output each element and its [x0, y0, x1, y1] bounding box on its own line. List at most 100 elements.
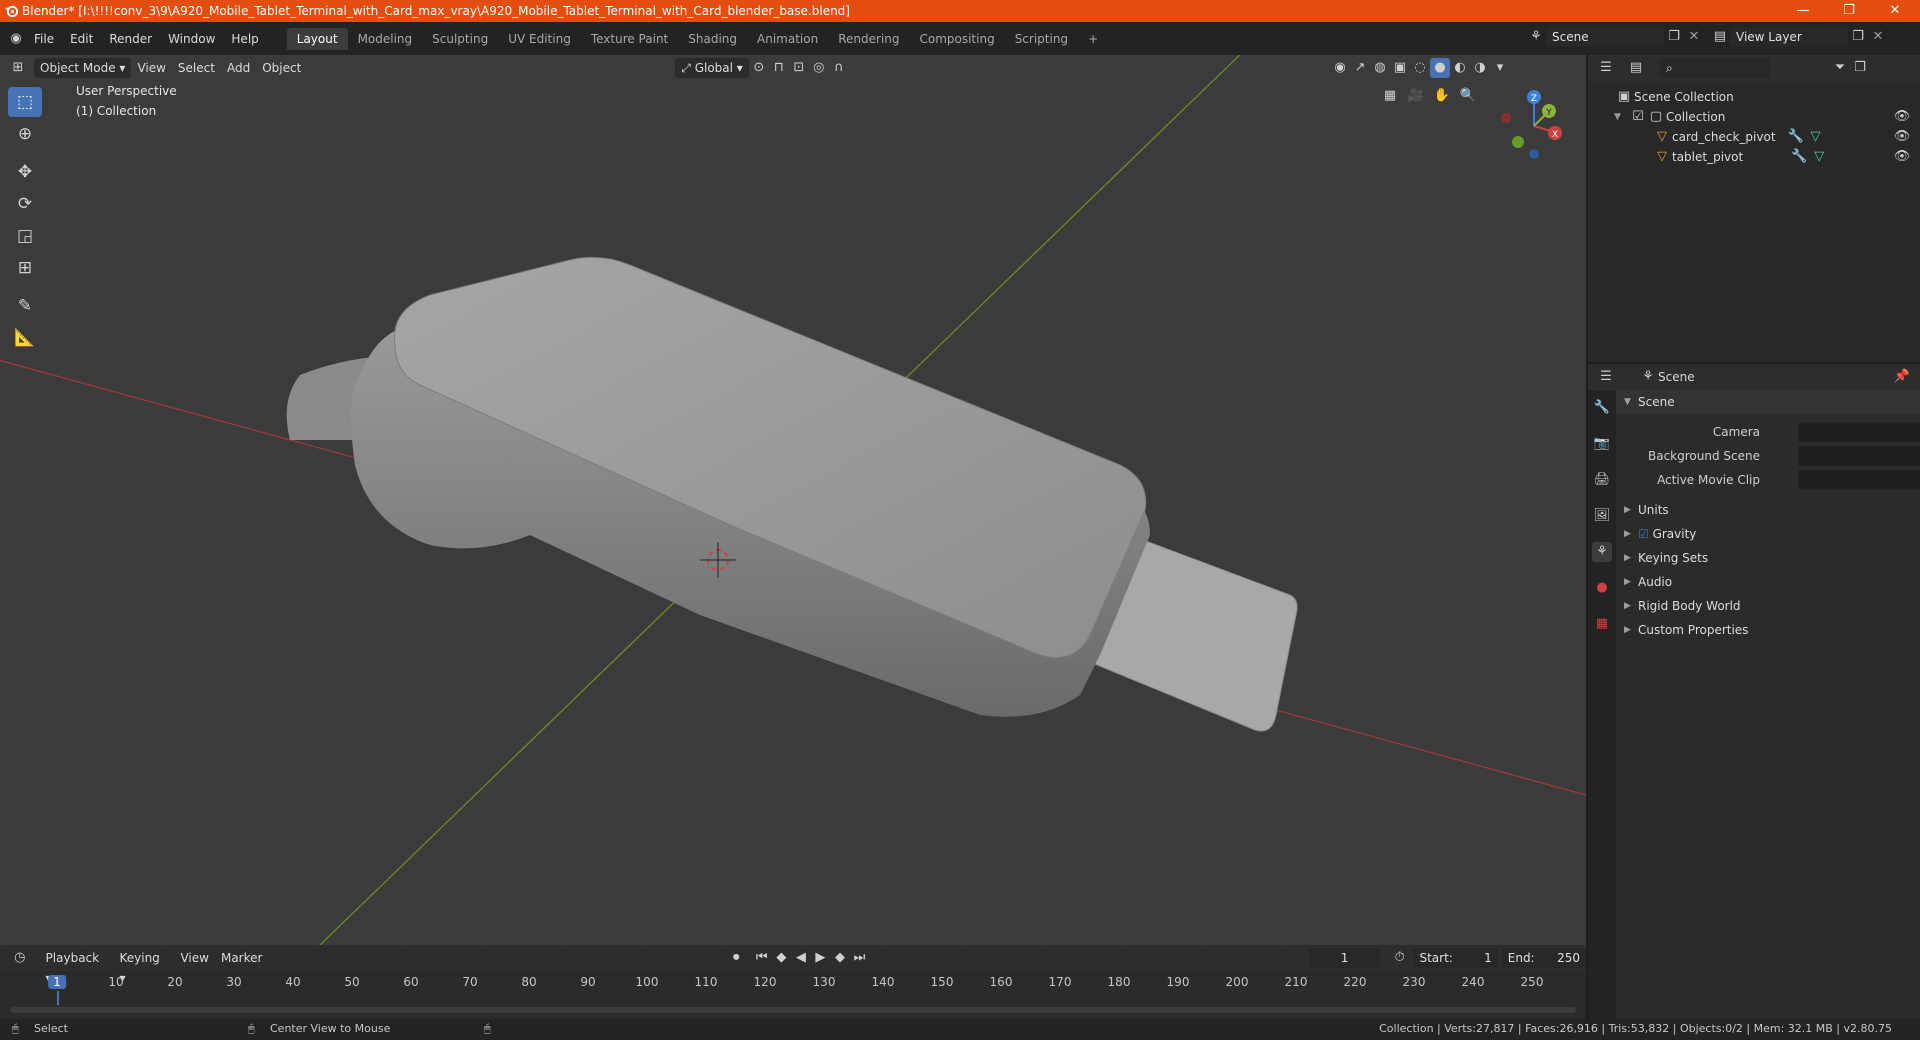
- current-frame-marker[interactable]: 1: [48, 975, 66, 989]
- maximize-button[interactable]: ❐: [1826, 0, 1872, 22]
- texture-tab-icon[interactable]: ▦: [1592, 614, 1612, 634]
- transform-orientation-dropdown[interactable]: ⤢ Global ▾: [675, 58, 749, 78]
- xray-toggle-icon[interactable]: ▣: [1390, 58, 1410, 78]
- tab-sculpting[interactable]: Sculpting: [422, 28, 498, 50]
- filter-icon[interactable]: ⏷: [1830, 58, 1850, 78]
- camera-field[interactable]: [1798, 422, 1920, 442]
- outliner-editor-icon[interactable]: ☰: [1596, 58, 1616, 78]
- render-tab-icon[interactable]: 📷: [1592, 434, 1612, 454]
- viewport-menu-add[interactable]: Add: [221, 58, 256, 78]
- gravity-section[interactable]: ▶ ☑ Gravity: [1616, 522, 1920, 546]
- tab-modeling[interactable]: Modeling: [348, 28, 423, 50]
- snap-target-icon[interactable]: ⊡: [789, 58, 809, 78]
- display-mode-icon[interactable]: ▤: [1626, 58, 1646, 78]
- viewport-menu-select[interactable]: Select: [172, 58, 221, 78]
- active-movie-clip-field[interactable]: [1798, 470, 1920, 490]
- menu-window[interactable]: Window: [160, 28, 223, 50]
- output-tab-icon[interactable]: 🖨: [1592, 470, 1612, 490]
- falloff-icon[interactable]: ∩: [829, 58, 849, 78]
- scene-panel-header[interactable]: ▼ Scene: [1616, 390, 1920, 414]
- tab-texture-paint[interactable]: Texture Paint: [581, 28, 678, 50]
- background-scene-field[interactable]: [1798, 446, 1920, 466]
- proportional-edit-icon[interactable]: ◎: [809, 58, 829, 78]
- custom-properties-section[interactable]: ▶ Custom Properties: [1616, 618, 1920, 642]
- tab-compositing[interactable]: Compositing: [909, 28, 1004, 50]
- new-scene-icon[interactable]: ❐: [1664, 27, 1684, 47]
- transform-tool-icon[interactable]: ⊞: [8, 253, 42, 283]
- world-tab-icon[interactable]: ●: [1592, 578, 1612, 598]
- select-box-tool-icon[interactable]: ⬚: [8, 87, 42, 117]
- tab-rendering[interactable]: Rendering: [828, 28, 909, 50]
- scene-icon[interactable]: ⚘: [1526, 27, 1546, 47]
- scene-selector[interactable]: Scene: [1546, 27, 1664, 47]
- snap-icon[interactable]: ⊓: [769, 58, 789, 78]
- timeline-scrollbar[interactable]: [10, 1007, 1576, 1013]
- outliner-row-collection[interactable]: ▼ ☑ ▢ Collection 👁: [1588, 107, 1920, 127]
- units-section[interactable]: ▶ Units: [1616, 498, 1920, 522]
- rendered-shading-icon[interactable]: ◑: [1470, 58, 1490, 78]
- minimize-button[interactable]: —: [1780, 0, 1826, 22]
- remove-scene-icon[interactable]: ✕: [1684, 27, 1704, 47]
- modifier-icon[interactable]: 🔧: [1786, 127, 1806, 147]
- gizmo-toggle-icon[interactable]: ↗: [1350, 58, 1370, 78]
- pan-view-icon[interactable]: ✋: [1432, 86, 1452, 106]
- view-layer-selector[interactable]: View Layer: [1730, 27, 1848, 47]
- visibility-icon[interactable]: ◉: [1330, 58, 1350, 78]
- tab-scripting[interactable]: Scripting: [1005, 28, 1078, 50]
- viewport-menu-object[interactable]: Object: [256, 58, 307, 78]
- gravity-checkbox-icon[interactable]: ☑: [1638, 527, 1653, 541]
- tool-tab-icon[interactable]: 🔧: [1592, 398, 1612, 418]
- card-check-pivot-eye-icon[interactable]: 👁: [1892, 127, 1912, 147]
- wireframe-shading-icon[interactable]: ◌: [1410, 58, 1430, 78]
- new-view-layer-icon[interactable]: ❐: [1848, 27, 1868, 47]
- collapse-icon[interactable]: ▼: [1614, 107, 1630, 127]
- object-mode-dropdown[interactable]: Object Mode ▾: [34, 58, 132, 78]
- outliner-search-input[interactable]: ⌕: [1660, 58, 1770, 78]
- mesh-data-icon[interactable]: ▽: [1809, 147, 1829, 167]
- rotate-tool-icon[interactable]: ⟳: [8, 189, 42, 219]
- tablet-pivot-eye-icon[interactable]: 👁: [1892, 147, 1912, 167]
- move-tool-icon[interactable]: ✥: [8, 157, 42, 187]
- tab-layout[interactable]: Layout: [286, 27, 348, 50]
- outliner-row-scene-collection[interactable]: ▣ Scene Collection: [1588, 87, 1920, 107]
- outliner-row-card-check-pivot[interactable]: ▽ card_check_pivot 🔧 ▽ 👁: [1588, 127, 1920, 147]
- tab-uv-editing[interactable]: UV Editing: [498, 28, 581, 50]
- shading-options-icon[interactable]: ▾: [1490, 58, 1510, 78]
- new-collection-icon[interactable]: ❐: [1850, 58, 1870, 78]
- overlay-toggle-icon[interactable]: ◍: [1370, 58, 1390, 78]
- cursor-tool-icon[interactable]: ⊕: [8, 119, 42, 149]
- menu-edit[interactable]: Edit: [62, 28, 101, 50]
- scale-tool-icon[interactable]: ◲: [8, 221, 42, 251]
- tab-animation[interactable]: Animation: [747, 28, 828, 50]
- rigid-body-world-section[interactable]: ▶ Rigid Body World: [1616, 594, 1920, 618]
- view-layer-icon[interactable]: ▤: [1710, 27, 1730, 47]
- menu-render[interactable]: Render: [101, 28, 160, 50]
- collection-checkbox-icon[interactable]: ☑: [1630, 107, 1646, 127]
- navigation-gizmo[interactable]: Z X Y: [1496, 86, 1576, 166]
- viewport-menu-view[interactable]: View: [131, 58, 171, 78]
- outliner-row-tablet-pivot[interactable]: ▽ tablet_pivot 🔧 ▽ 👁: [1588, 147, 1920, 167]
- pivot-point-icon[interactable]: ⊙: [749, 58, 769, 78]
- material-shading-icon[interactable]: ◐: [1450, 58, 1470, 78]
- editor-type-icon[interactable]: ⊞: [8, 58, 28, 78]
- menu-help[interactable]: Help: [223, 28, 266, 50]
- tab-shading[interactable]: Shading: [678, 28, 747, 50]
- menu-file[interactable]: File: [26, 28, 62, 50]
- keying-sets-section[interactable]: ▶ Keying Sets: [1616, 546, 1920, 570]
- mesh-data-icon[interactable]: ▽: [1806, 127, 1826, 147]
- view-layer-tab-icon[interactable]: 🖼: [1592, 506, 1612, 526]
- add-workspace-button[interactable]: +: [1078, 28, 1108, 50]
- measure-tool-icon[interactable]: 📐: [8, 323, 42, 353]
- remove-view-layer-icon[interactable]: ✕: [1868, 27, 1888, 47]
- 3d-viewport[interactable]: [0, 55, 1586, 945]
- audio-section[interactable]: ▶ Audio: [1616, 570, 1920, 594]
- zoom-view-icon[interactable]: 🔍: [1458, 86, 1478, 106]
- camera-view-icon[interactable]: 🎥: [1406, 86, 1426, 106]
- scene-tab-icon[interactable]: ⚘: [1592, 542, 1612, 562]
- collection-eye-icon[interactable]: 👁: [1892, 107, 1912, 127]
- solid-shading-icon[interactable]: ●: [1430, 58, 1450, 78]
- grid-view-icon[interactable]: ▦: [1380, 86, 1400, 106]
- properties-editor-icon[interactable]: ☰: [1596, 367, 1616, 387]
- blender-menu-icon[interactable]: ◉: [6, 29, 26, 49]
- annotate-tool-icon[interactable]: ✎: [8, 291, 42, 321]
